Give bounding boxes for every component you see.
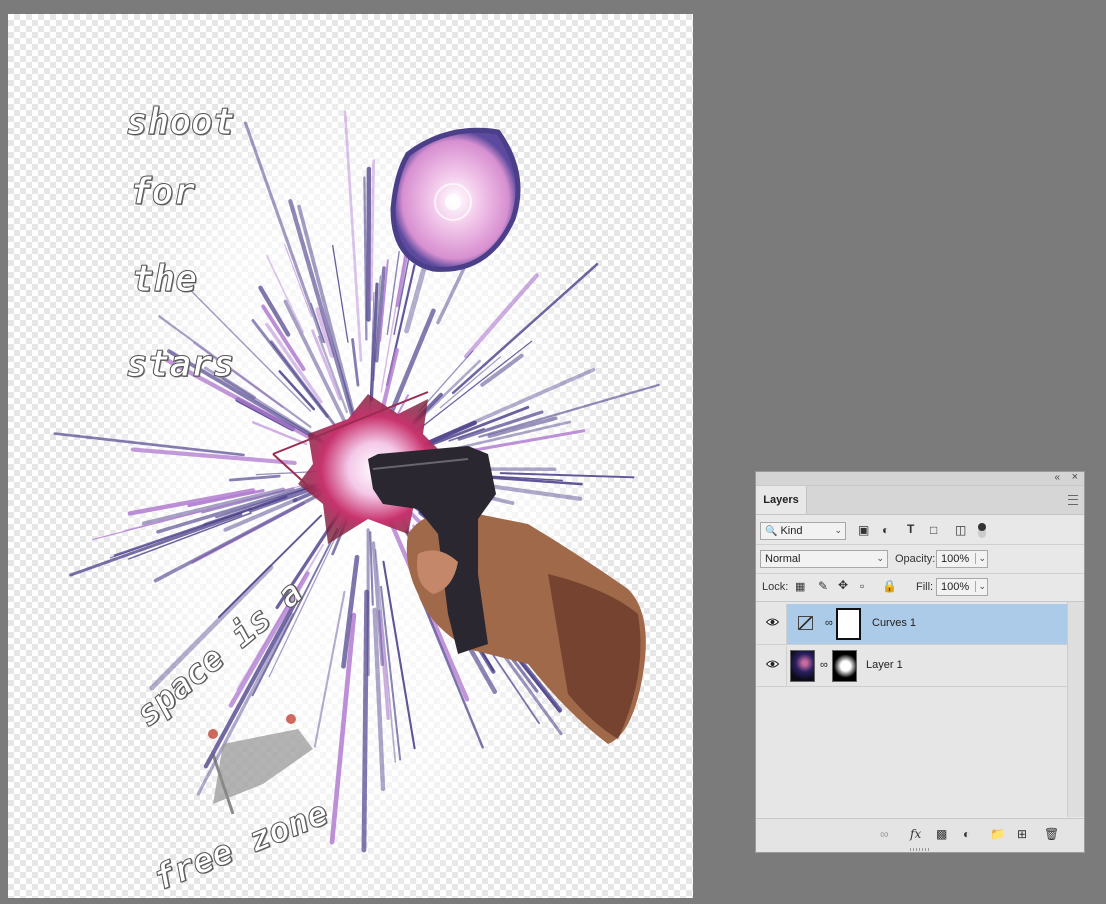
chevron-down-icon[interactable]: ⌄ (975, 553, 986, 564)
poster-word-1: shoot (125, 102, 235, 144)
opacity-label: Opacity: (895, 553, 936, 565)
close-icon[interactable]: × (1072, 471, 1078, 483)
panel-footer: ∞ fx ▩ ◐ 📁 ⊞ 🗑 (756, 818, 1084, 852)
collapse-icon[interactable]: « (1054, 472, 1060, 483)
layers-scrollbar[interactable] (1067, 602, 1084, 817)
resize-grip[interactable] (910, 848, 930, 851)
lock-artboard-crop-icon[interactable]: ▫ (860, 579, 864, 593)
blend-mode-value: Normal (765, 553, 801, 565)
layer-row-layer1[interactable]: ∞ Layer 1 (756, 646, 1068, 687)
layer-mask-thumbnail[interactable] (836, 608, 861, 640)
curves-adjustment-icon (798, 616, 813, 630)
visibility-eye-icon[interactable] (766, 660, 779, 668)
lock-position-move-icon[interactable]: ✥ (838, 578, 848, 592)
opacity-value: 100% (941, 553, 970, 565)
blend-row: Normal ⌄ Opacity: 100% ⌄ (756, 546, 1084, 574)
fx-icon[interactable]: fx (910, 827, 921, 841)
layer-thumbnail[interactable] (790, 650, 815, 682)
burst-ray (361, 589, 370, 853)
lock-transparency-icon[interactable]: ▦ (795, 580, 805, 593)
panel-menu-icon[interactable] (1068, 495, 1078, 505)
chevron-down-icon[interactable]: ⌄ (975, 581, 986, 592)
lock-label: Lock: (762, 581, 789, 593)
type-filter-icon[interactable]: T (907, 522, 914, 536)
document-canvas[interactable]: shoot for the stars space is a free zone (8, 14, 693, 898)
visibility-eye-icon[interactable] (766, 618, 779, 626)
layers-panel: « × Layers 🔍 Kind ⌄ ▣ ◐ T □ ◫ Normal ⌄ O… (755, 471, 1085, 853)
add-mask-icon[interactable]: ▩ (936, 827, 947, 841)
layer-mask-thumbnail[interactable] (832, 650, 857, 682)
chain-link-icon[interactable]: ∞ (825, 617, 833, 629)
shape-filter-icon[interactable]: □ (930, 523, 937, 537)
layer-name[interactable]: Layer 1 (866, 659, 903, 671)
smart-object-filter-icon[interactable]: ◫ (955, 523, 966, 537)
opacity-input[interactable]: 100% ⌄ (936, 550, 988, 568)
filter-kind-label: Kind (780, 525, 803, 537)
tab-layers[interactable]: Layers (756, 486, 807, 514)
pixel-filter-icon[interactable]: ▣ (858, 523, 869, 537)
poster-word-3: the (131, 259, 198, 301)
adjustment-filter-icon[interactable]: ◐ (882, 523, 889, 537)
blend-mode-select[interactable]: Normal ⌄ (760, 550, 888, 568)
filter-kind-select[interactable]: 🔍 Kind ⌄ (760, 522, 846, 540)
trash-icon[interactable]: 🗑 (1044, 827, 1059, 841)
tab-layers-label: Layers (763, 494, 799, 506)
filter-toggle-icon[interactable] (978, 523, 986, 538)
layer-row-curves[interactable]: ∞ Curves 1 (756, 604, 1068, 645)
folder-icon[interactable]: 📁 (990, 827, 1005, 841)
adjustment-layer-icon[interactable]: ◐ (963, 827, 970, 841)
poster-word-4: stars (125, 344, 235, 386)
chevron-down-icon: ⌄ (876, 553, 884, 563)
lock-all-icon[interactable]: 🔒 (882, 579, 897, 593)
new-layer-icon[interactable]: ⊞ (1017, 827, 1027, 841)
poster-word-2: for (129, 172, 196, 214)
filter-row: 🔍 Kind ⌄ ▣ ◐ T □ ◫ (756, 518, 1084, 545)
artwork-burst (53, 54, 660, 898)
panel-tab-bar: Layers (756, 486, 1084, 515)
chevron-down-icon: ⌄ (834, 525, 842, 535)
search-icon: 🔍 (765, 525, 778, 537)
fill-label: Fill: (916, 581, 934, 593)
fill-value: 100% (941, 581, 970, 593)
panel-title-bar[interactable]: « × (756, 471, 1084, 486)
layers-list: ∞ Curves 1 ∞ Layer 1 (756, 602, 1068, 817)
chain-link-icon[interactable]: ∞ (820, 659, 828, 671)
lock-row: Lock: ▦ ✎ ✥ ▫ 🔒 Fill: 100% ⌄ (756, 574, 1084, 602)
layer-name[interactable]: Curves 1 (872, 617, 916, 629)
fill-input[interactable]: 100% ⌄ (936, 578, 988, 596)
link-layers-icon[interactable]: ∞ (880, 827, 889, 841)
lock-pixels-brush-icon[interactable]: ✎ (818, 579, 828, 593)
